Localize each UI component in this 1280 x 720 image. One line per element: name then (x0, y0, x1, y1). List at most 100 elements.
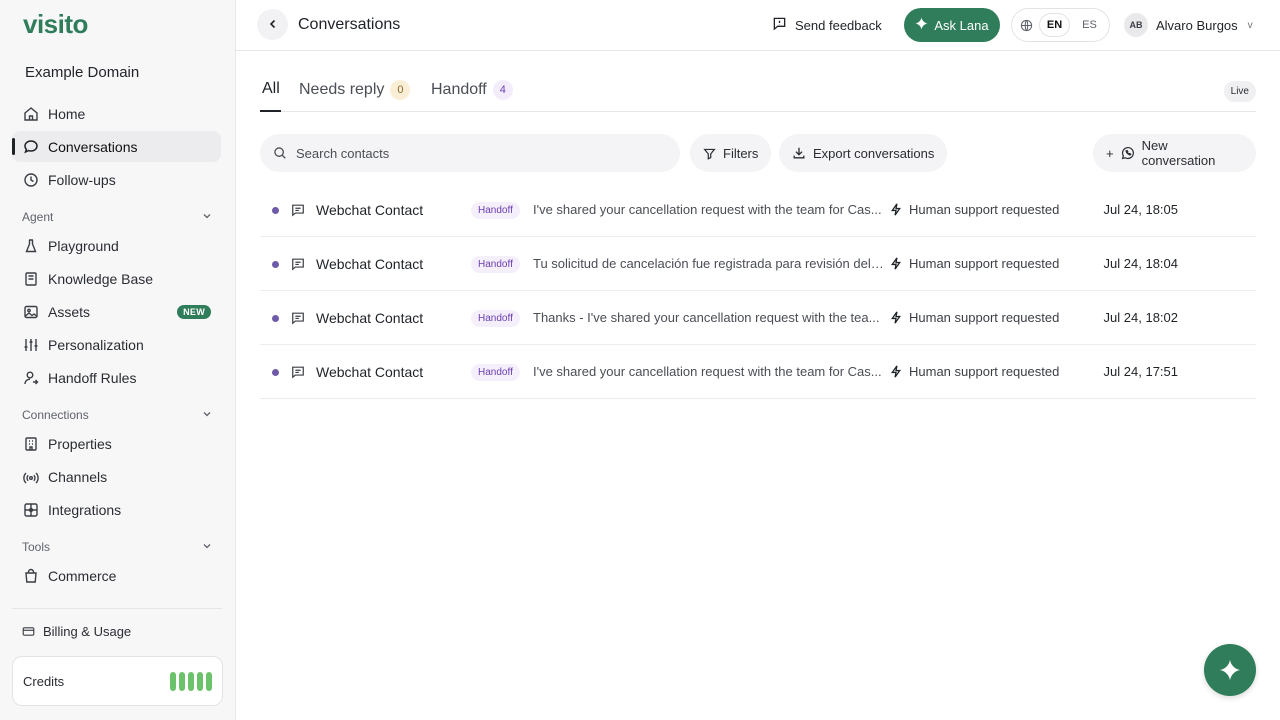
top-bar: Conversations Send feedback Ask Lana EN … (236, 0, 1280, 51)
conversation-row[interactable]: Webchat Contact Handoff I've shared your… (260, 345, 1256, 399)
sidebar-item-handoff-rules[interactable]: Handoff Rules (12, 362, 221, 393)
tab-handoff[interactable]: Handoff 4 (431, 80, 513, 100)
unread-dot-icon (272, 315, 279, 322)
sidebar: visito Example Domain Home Conversations… (0, 0, 236, 720)
ask-lana-label: Ask Lana (934, 17, 989, 33)
sparkle-icon (1219, 659, 1241, 681)
tab-label: Needs reply (299, 81, 385, 98)
sidebar-item-label: Follow-ups (48, 171, 116, 188)
send-feedback-button[interactable]: Send feedback (772, 16, 882, 34)
tab-needs-reply[interactable]: Needs reply 0 (299, 80, 411, 100)
image-icon (22, 303, 39, 320)
conversation-status: Human support requested (890, 256, 1059, 271)
user-handoff-icon (22, 369, 39, 386)
sidebar-item-properties[interactable]: Properties (12, 428, 221, 459)
message-preview: Thanks - I've shared your cancellation r… (533, 310, 880, 325)
conversation-row[interactable]: Webchat Contact Handoff I've shared your… (260, 183, 1256, 237)
conversation-row[interactable]: Webchat Contact Handoff Thanks - I've sh… (260, 291, 1256, 345)
sidebar-item-label: Commerce (48, 567, 117, 584)
new-badge: NEW (177, 304, 211, 319)
sidebar-item-label: Integrations (48, 501, 122, 518)
contact-name: Webchat Contact (316, 256, 424, 272)
search-bar (260, 134, 680, 172)
sidebar-item-home[interactable]: Home (12, 98, 221, 129)
sidebar-item-label: Properties (48, 435, 112, 452)
sidebar-item-label: Playground (48, 237, 119, 254)
conversation-status: Human support requested (890, 364, 1059, 379)
needs-reply-count-badge: 0 (390, 80, 411, 100)
sidebar-item-integrations[interactable]: Integrations (12, 494, 221, 525)
page-title: Conversations (298, 16, 401, 33)
sidebar-item-channels[interactable]: Channels (12, 461, 221, 492)
credit-bar (170, 671, 176, 691)
timestamp: Jul 24, 18:05 (1103, 202, 1178, 217)
handoff-tag: Handoff (471, 364, 520, 381)
credit-bar (197, 671, 203, 691)
section-title: Tools (22, 540, 51, 554)
handoff-tag: Handoff (471, 310, 520, 327)
section-header-agent[interactable]: Agent (22, 208, 212, 226)
ask-lana-button[interactable]: Ask Lana (904, 8, 1000, 42)
sidebar-item-label: Assets (48, 303, 91, 320)
back-button[interactable] (257, 9, 288, 40)
message-square-icon (291, 257, 305, 274)
language-option-es[interactable]: ES (1074, 13, 1105, 37)
user-menu[interactable]: AB Alvaro Burgos v (1124, 13, 1253, 37)
sidebar-item-personalization[interactable]: Personalization (12, 329, 221, 360)
handoff-count-badge: 4 (492, 80, 513, 100)
language-switcher: EN ES (1011, 8, 1110, 42)
status-text: Human support requested (909, 364, 1060, 379)
handoff-tag: Handoff (471, 202, 520, 219)
section-header-tools[interactable]: Tools (22, 538, 212, 556)
sidebar-item-label: Handoff Rules (48, 369, 137, 386)
sliders-icon (22, 336, 39, 353)
conversation-row[interactable]: Webchat Contact Handoff Tu solicitud de … (260, 237, 1256, 291)
contact-name: Webchat Contact (316, 364, 424, 380)
search-contacts-input[interactable] (296, 145, 656, 161)
sidebar-item-label: Personalization (48, 336, 144, 353)
message-preview: Tu solicitud de cancelación fue registra… (533, 256, 885, 271)
sidebar-item-conversations[interactable]: Conversations (12, 131, 221, 162)
conversation-status: Human support requested (890, 310, 1059, 325)
billing-label: Billing & Usage (43, 624, 132, 639)
unread-dot-icon (272, 261, 279, 268)
handoff-tag: Handoff (471, 256, 520, 273)
lightning-icon (890, 257, 902, 270)
live-status-badge: Live (1223, 81, 1256, 102)
chevron-left-icon (267, 17, 279, 33)
status-text: Human support requested (909, 256, 1060, 271)
credit-bar (188, 671, 194, 691)
sidebar-item-assets[interactable]: Assets NEW (12, 296, 221, 327)
contact-name: Webchat Contact (316, 310, 424, 326)
sidebar-item-knowledge-base[interactable]: Knowledge Base (12, 263, 221, 294)
plus-icon: + (1106, 145, 1114, 161)
building-icon (22, 435, 39, 452)
avatar: AB (1124, 13, 1148, 37)
sidebar-item-follow-ups[interactable]: Follow-ups (12, 164, 221, 195)
export-conversations-button[interactable]: Export conversations (779, 134, 948, 172)
domain-name[interactable]: Example Domain (25, 64, 139, 81)
flask-icon (22, 237, 39, 254)
credits-panel[interactable]: Credits (12, 656, 223, 706)
user-name: Alvaro Burgos (1156, 17, 1238, 33)
lightning-icon (890, 365, 902, 378)
filters-button[interactable]: Filters (690, 134, 772, 172)
tab-all[interactable]: All (262, 80, 280, 98)
visito-logo[interactable]: visito (23, 9, 88, 40)
section-header-connections[interactable]: Connections (22, 406, 212, 424)
billing-usage-link[interactable]: Billing & Usage (22, 624, 131, 639)
credit-bar (179, 671, 185, 691)
filters-label: Filters (723, 145, 759, 161)
message-square-icon (291, 311, 305, 328)
language-option-en[interactable]: EN (1039, 13, 1070, 37)
sidebar-item-commerce[interactable]: Commerce (12, 560, 221, 591)
timestamp: Jul 24, 18:04 (1103, 256, 1178, 271)
credits-label: Credits (23, 673, 65, 689)
ask-lana-fab[interactable] (1204, 644, 1256, 696)
section-title: Agent (22, 210, 54, 224)
search-icon (273, 146, 287, 160)
credit-card-icon (22, 625, 35, 638)
sidebar-item-playground[interactable]: Playground (12, 230, 221, 261)
conversation-list: Webchat Contact Handoff I've shared your… (260, 183, 1256, 399)
new-conversation-button[interactable]: + New conversation (1093, 134, 1256, 172)
